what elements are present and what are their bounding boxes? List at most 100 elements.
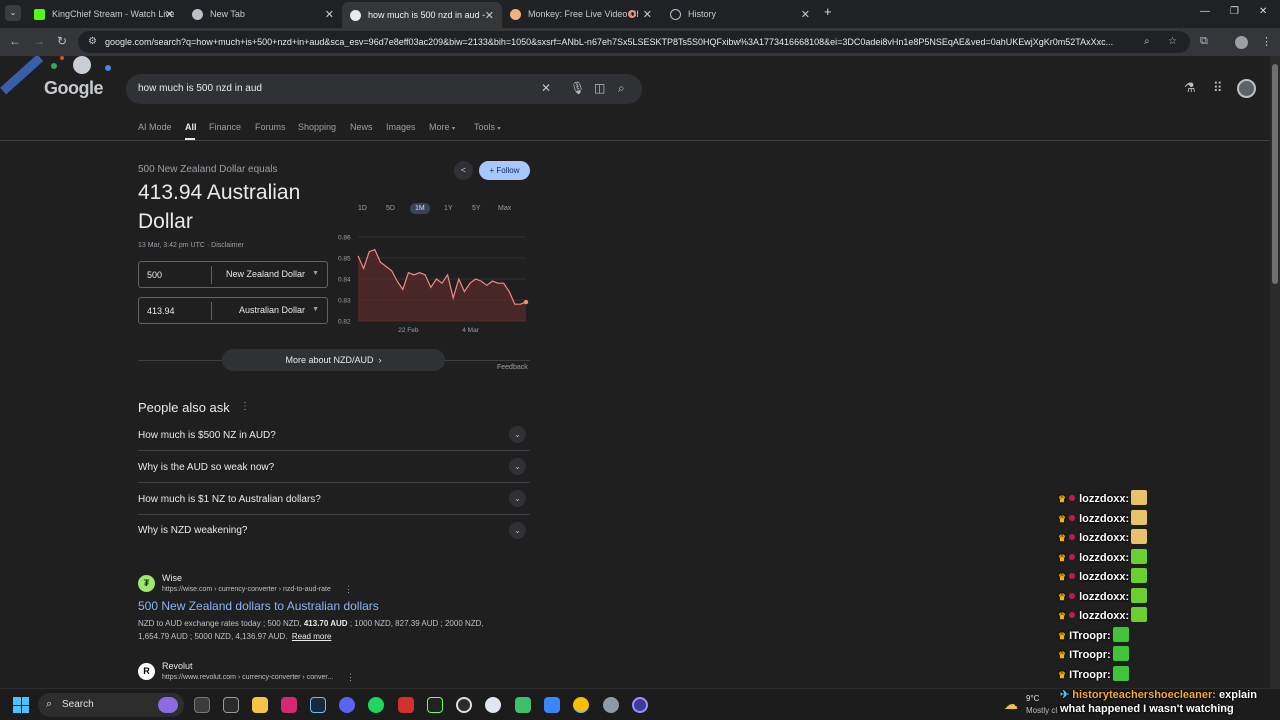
taskbar-search[interactable]: ⌕ Search — [38, 693, 184, 717]
task-view-icon[interactable] — [194, 697, 210, 713]
read-more-link[interactable]: Read more — [292, 632, 332, 641]
bookmark-star-icon[interactable]: ☆ — [1168, 36, 1177, 47]
close-icon[interactable]: ✕ — [325, 8, 334, 21]
more-options-icon[interactable]: ⋮ — [240, 401, 250, 412]
tab-monkey[interactable]: Monkey: Free Live Video Ch ✕ — [502, 3, 660, 25]
app-icon[interactable] — [632, 697, 648, 713]
obs-icon[interactable] — [456, 697, 472, 713]
result-site-name[interactable]: Revolut — [162, 661, 193, 671]
back-icon[interactable]: ← — [9, 34, 21, 48]
chrome-taskbar-icon[interactable] — [573, 697, 589, 713]
stocks-app-icon[interactable] — [427, 697, 443, 713]
tab-all[interactable]: All — [185, 122, 197, 132]
file-explorer-icon[interactable] — [252, 697, 268, 713]
close-icon[interactable]: ✕ — [801, 8, 810, 21]
address-bar[interactable]: ⚙ google.com/search?q=how+much+is+500+nz… — [78, 31, 1190, 53]
exchange-rate-chart[interactable]: 0.86 0.85 0.84 0.83 0.82 22 Feb 4 Mar — [336, 232, 532, 336]
range-1d[interactable]: 1D — [358, 205, 367, 212]
restore-icon[interactable]: ❐ — [1230, 6, 1239, 17]
chevron-down-icon[interactable]: ⌄ — [509, 522, 526, 539]
paa-question[interactable]: Why is the AUD so weak now? ⌄ — [138, 451, 530, 483]
more-options-icon[interactable]: ⋮ — [346, 672, 355, 683]
apps-grid-icon[interactable]: ⠿ — [1213, 80, 1223, 96]
tab-forums[interactable]: Forums — [255, 122, 286, 132]
from-amount-input[interactable]: 500 — [147, 270, 162, 280]
search-input[interactable]: how much is 500 nzd in aud — [138, 83, 262, 94]
caret-down-icon[interactable]: ▼ — [312, 270, 319, 277]
from-amount-field[interactable]: 500 New Zealand Dollar ▼ — [138, 261, 328, 288]
to-amount-field[interactable]: 413.94 Australian Dollar ▼ — [138, 297, 328, 324]
epic-games-icon[interactable] — [223, 697, 239, 713]
tab-news[interactable]: News — [350, 122, 373, 132]
range-max[interactable]: Max — [498, 205, 511, 212]
to-amount-input[interactable]: 413.94 — [147, 306, 175, 316]
mic-icon[interactable]: 🎙 — [570, 81, 585, 95]
paa-question[interactable]: How much is $1 NZ to Australian dollars?… — [138, 483, 530, 515]
app-icon[interactable] — [485, 697, 501, 713]
result-url[interactable]: https://wise.com › currency-converter › … — [162, 586, 331, 593]
reload-icon[interactable]: ↻ — [57, 34, 67, 48]
tab-google-search[interactable]: how much is 500 nzd in aud - G ✕ — [342, 2, 502, 28]
result-url[interactable]: https://www.revolut.com › currency-conve… — [162, 674, 333, 681]
steam-icon[interactable] — [310, 697, 326, 713]
range-5y[interactable]: 5Y — [472, 205, 481, 212]
spotify-icon[interactable] — [368, 697, 384, 713]
chevron-down-icon[interactable]: ⌄ — [509, 458, 526, 475]
close-icon[interactable]: ✕ — [643, 8, 652, 21]
result-title-link[interactable]: 500 New Zealand dollars to Australian do… — [138, 599, 379, 613]
tab-history[interactable]: History ✕ — [662, 3, 818, 25]
close-icon[interactable]: ✕ — [165, 8, 174, 21]
tab-search-button[interactable]: ⌄ — [5, 5, 21, 21]
instagram-icon[interactable] — [281, 697, 297, 713]
range-1m[interactable]: 1M — [410, 203, 430, 214]
paa-question[interactable]: How much is $500 NZ in AUD? ⌄ — [138, 419, 530, 451]
share-icon[interactable]: < — [454, 161, 473, 180]
labs-flask-icon[interactable]: ⚗ — [1184, 80, 1196, 96]
forward-icon[interactable]: → — [33, 34, 45, 48]
window-close-icon[interactable]: ✕ — [1259, 6, 1267, 17]
new-tab-icon[interactable]: + — [824, 4, 832, 19]
chevron-down-icon[interactable]: ⌄ — [509, 490, 526, 507]
google-logo[interactable]: Google — [44, 78, 104, 99]
scrollbar-thumb[interactable] — [1272, 64, 1278, 284]
tab-tools[interactable]: Tools ▾ — [474, 122, 501, 132]
revolut-favicon-icon[interactable]: R — [138, 663, 155, 680]
windows-start-icon[interactable] — [13, 697, 29, 713]
search-box[interactable]: how much is 500 nzd in aud ✕ 🎙 ◫ ⌕ — [126, 74, 642, 104]
follow-button[interactable]: + Follow — [479, 161, 530, 180]
mail-icon[interactable] — [544, 697, 560, 713]
tab-images[interactable]: Images — [386, 122, 416, 132]
range-5d[interactable]: 5D — [386, 205, 395, 212]
clear-icon[interactable]: ✕ — [541, 81, 551, 95]
paa-question[interactable]: Why is NZD weakening? ⌄ — [138, 515, 530, 547]
extensions-icon[interactable]: ⧉ — [1200, 35, 1208, 48]
site-info-icon[interactable]: ⚙ — [88, 36, 97, 47]
page-scrollbar[interactable] — [1270, 56, 1280, 688]
tab-shopping[interactable]: Shopping — [298, 122, 336, 132]
menu-kebab-icon[interactable]: ⋮ — [1261, 35, 1272, 48]
tab-kingchief[interactable]: KingChief Stream - Watch Live ... ✕ — [26, 3, 182, 25]
profile-icon[interactable] — [1235, 36, 1248, 49]
search-icon[interactable]: ⌕ — [618, 81, 625, 96]
avatar[interactable] — [1237, 79, 1256, 98]
result-site-name[interactable]: Wise — [162, 573, 182, 583]
wise-favicon-icon[interactable]: ₮ — [138, 575, 155, 592]
more-about-button[interactable]: More about NZD/AUD › — [222, 349, 445, 371]
caret-down-icon[interactable]: ▼ — [312, 306, 319, 313]
tab-ai-mode[interactable]: AI Mode — [138, 122, 172, 132]
feedback-link[interactable]: Feedback — [497, 364, 528, 371]
minimize-icon[interactable]: — — [1200, 6, 1210, 17]
from-currency-select[interactable]: New Zealand Dollar — [226, 269, 305, 279]
range-1y[interactable]: 1Y — [444, 205, 453, 212]
address-url[interactable]: google.com/search?q=how+much+is+500+nzd+… — [105, 37, 1133, 47]
close-icon[interactable]: ✕ — [485, 9, 494, 22]
kick-app-icon[interactable] — [515, 697, 531, 713]
tab-finance[interactable]: Finance — [209, 122, 241, 132]
lens-icon[interactable]: ◫ — [594, 81, 605, 95]
discord-icon[interactable] — [339, 697, 355, 713]
game-app-icon[interactable] — [398, 697, 414, 713]
tab-new-tab[interactable]: New Tab ✕ — [184, 3, 342, 25]
zoom-icon[interactable]: ⌕ — [1144, 36, 1150, 47]
chevron-down-icon[interactable]: ⌄ — [509, 426, 526, 443]
settings-icon[interactable] — [603, 697, 619, 713]
